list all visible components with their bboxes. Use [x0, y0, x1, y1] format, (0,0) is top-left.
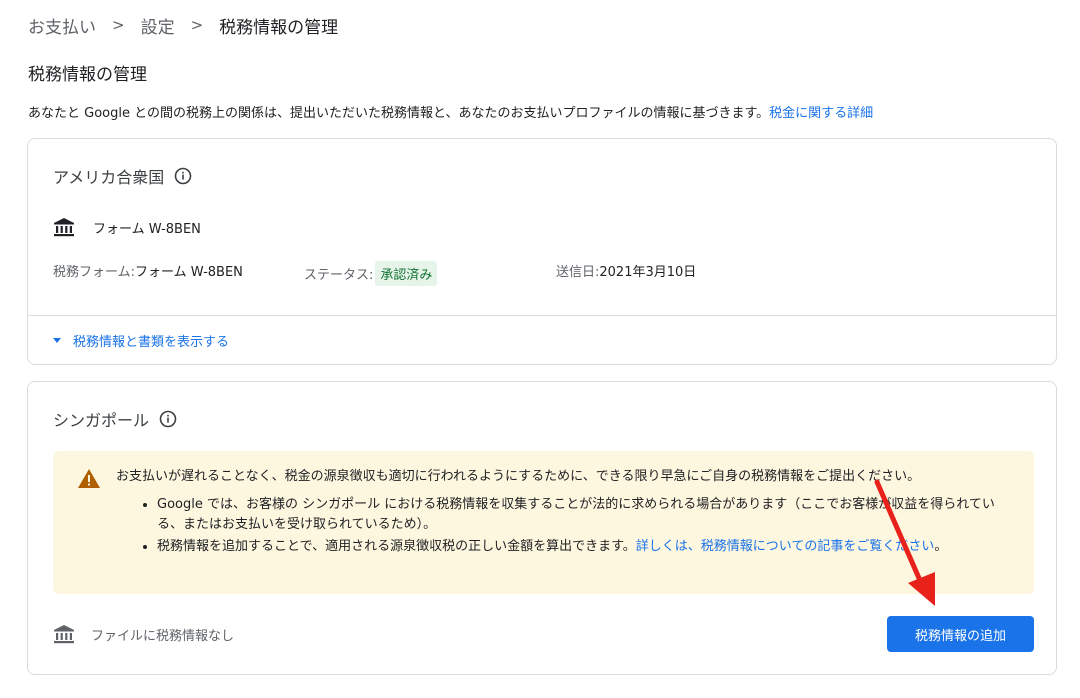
- sent-value: 2021年3月10日: [599, 265, 697, 280]
- us-card-heading: アメリカ合衆国: [53, 164, 192, 188]
- form-name: フォーム W-8BEN: [93, 221, 201, 237]
- intro-body: あなたと Google との間の税務上の関係は、提出いただいた税務情報と、あなた…: [28, 106, 770, 121]
- warning-list: Google では、お客様の シンガポール における税務情報を収集することが法的…: [139, 495, 1017, 559]
- us-card-title: アメリカ合衆国: [53, 168, 165, 187]
- warning-bullet-text: 税務情報を追加することで、適用される源泉徴収税の正しい金額を算出できます。: [157, 539, 636, 554]
- chevron-right-icon: >: [190, 16, 204, 34]
- singapore-tax-card: シンガポール お支払いが遅れることなく、税金の源泉徴収も適切に行われるようにする…: [27, 381, 1057, 675]
- caret-down-icon: [53, 338, 61, 343]
- sg-card-title: シンガポール: [53, 411, 150, 430]
- intro-text: あなたと Google との間の税務上の関係は、提出いただいた税務情報と、あなた…: [28, 102, 873, 121]
- breadcrumb-current: 税務情報の管理: [219, 17, 339, 38]
- warning-bullet-end: 。: [934, 539, 948, 554]
- sent-label: 送信日:: [556, 265, 600, 280]
- sg-card-heading: シンガポール: [53, 407, 177, 431]
- chevron-right-icon: >: [112, 16, 125, 34]
- tax-info-article-link[interactable]: 詳しくは、税務情報についての記事をご覧ください: [636, 539, 935, 554]
- breadcrumb-settings[interactable]: 設定: [141, 13, 175, 38]
- warning-banner: お支払いが遅れることなく、税金の源泉徴収も適切に行われるようにするために、できる…: [53, 451, 1034, 594]
- form-row: フォーム W-8BEN: [53, 217, 201, 237]
- tax-form-label: 税務フォーム:: [53, 265, 135, 280]
- info-icon[interactable]: [174, 167, 192, 185]
- breadcrumb-payments[interactable]: お支払い: [28, 13, 96, 38]
- warning-icon: [77, 468, 101, 493]
- status-label: ステータス:: [304, 268, 374, 283]
- no-file-label: ファイルに税務情報なし: [91, 628, 235, 644]
- tax-details-link[interactable]: 税金に関する詳細: [769, 106, 873, 121]
- divider: [28, 315, 1056, 316]
- tax-form-meta: 税務フォーム: フォーム W-8BEN: [53, 261, 243, 280]
- status-badge: 承認済み: [375, 261, 438, 286]
- add-tax-info-button[interactable]: 税務情報の追加: [887, 616, 1034, 652]
- sent-date-meta: 送信日: 2021年3月10日: [556, 261, 696, 280]
- show-tax-info-toggle[interactable]: 税務情報と書類を表示する: [53, 331, 229, 350]
- breadcrumb: お支払い > 設定 > 税務情報の管理: [28, 12, 338, 38]
- us-tax-card: アメリカ合衆国 フォーム W-8BEN 税務フォーム: フォーム W-8BEN …: [27, 138, 1057, 365]
- tax-form-value: フォーム W-8BEN: [135, 265, 243, 280]
- bank-icon: [53, 217, 75, 237]
- bank-icon: [53, 624, 75, 644]
- warning-bullet: 税務情報を追加することで、適用される源泉徴収税の正しい金額を算出できます。詳しく…: [157, 537, 1017, 557]
- status-meta: ステータス: 承認済み: [304, 261, 438, 286]
- warning-bullet: Google では、お客様の シンガポール における税務情報を収集することが法的…: [157, 495, 1017, 535]
- no-file-row: ファイルに税務情報なし: [53, 624, 234, 644]
- warning-text: お支払いが遅れることなく、税金の源泉徴収も適切に行われるようにするために、できる…: [116, 469, 921, 484]
- page-title: 税務情報の管理: [28, 65, 147, 85]
- info-icon[interactable]: [159, 410, 177, 428]
- show-tax-info-label: 税務情報と書類を表示する: [73, 335, 230, 350]
